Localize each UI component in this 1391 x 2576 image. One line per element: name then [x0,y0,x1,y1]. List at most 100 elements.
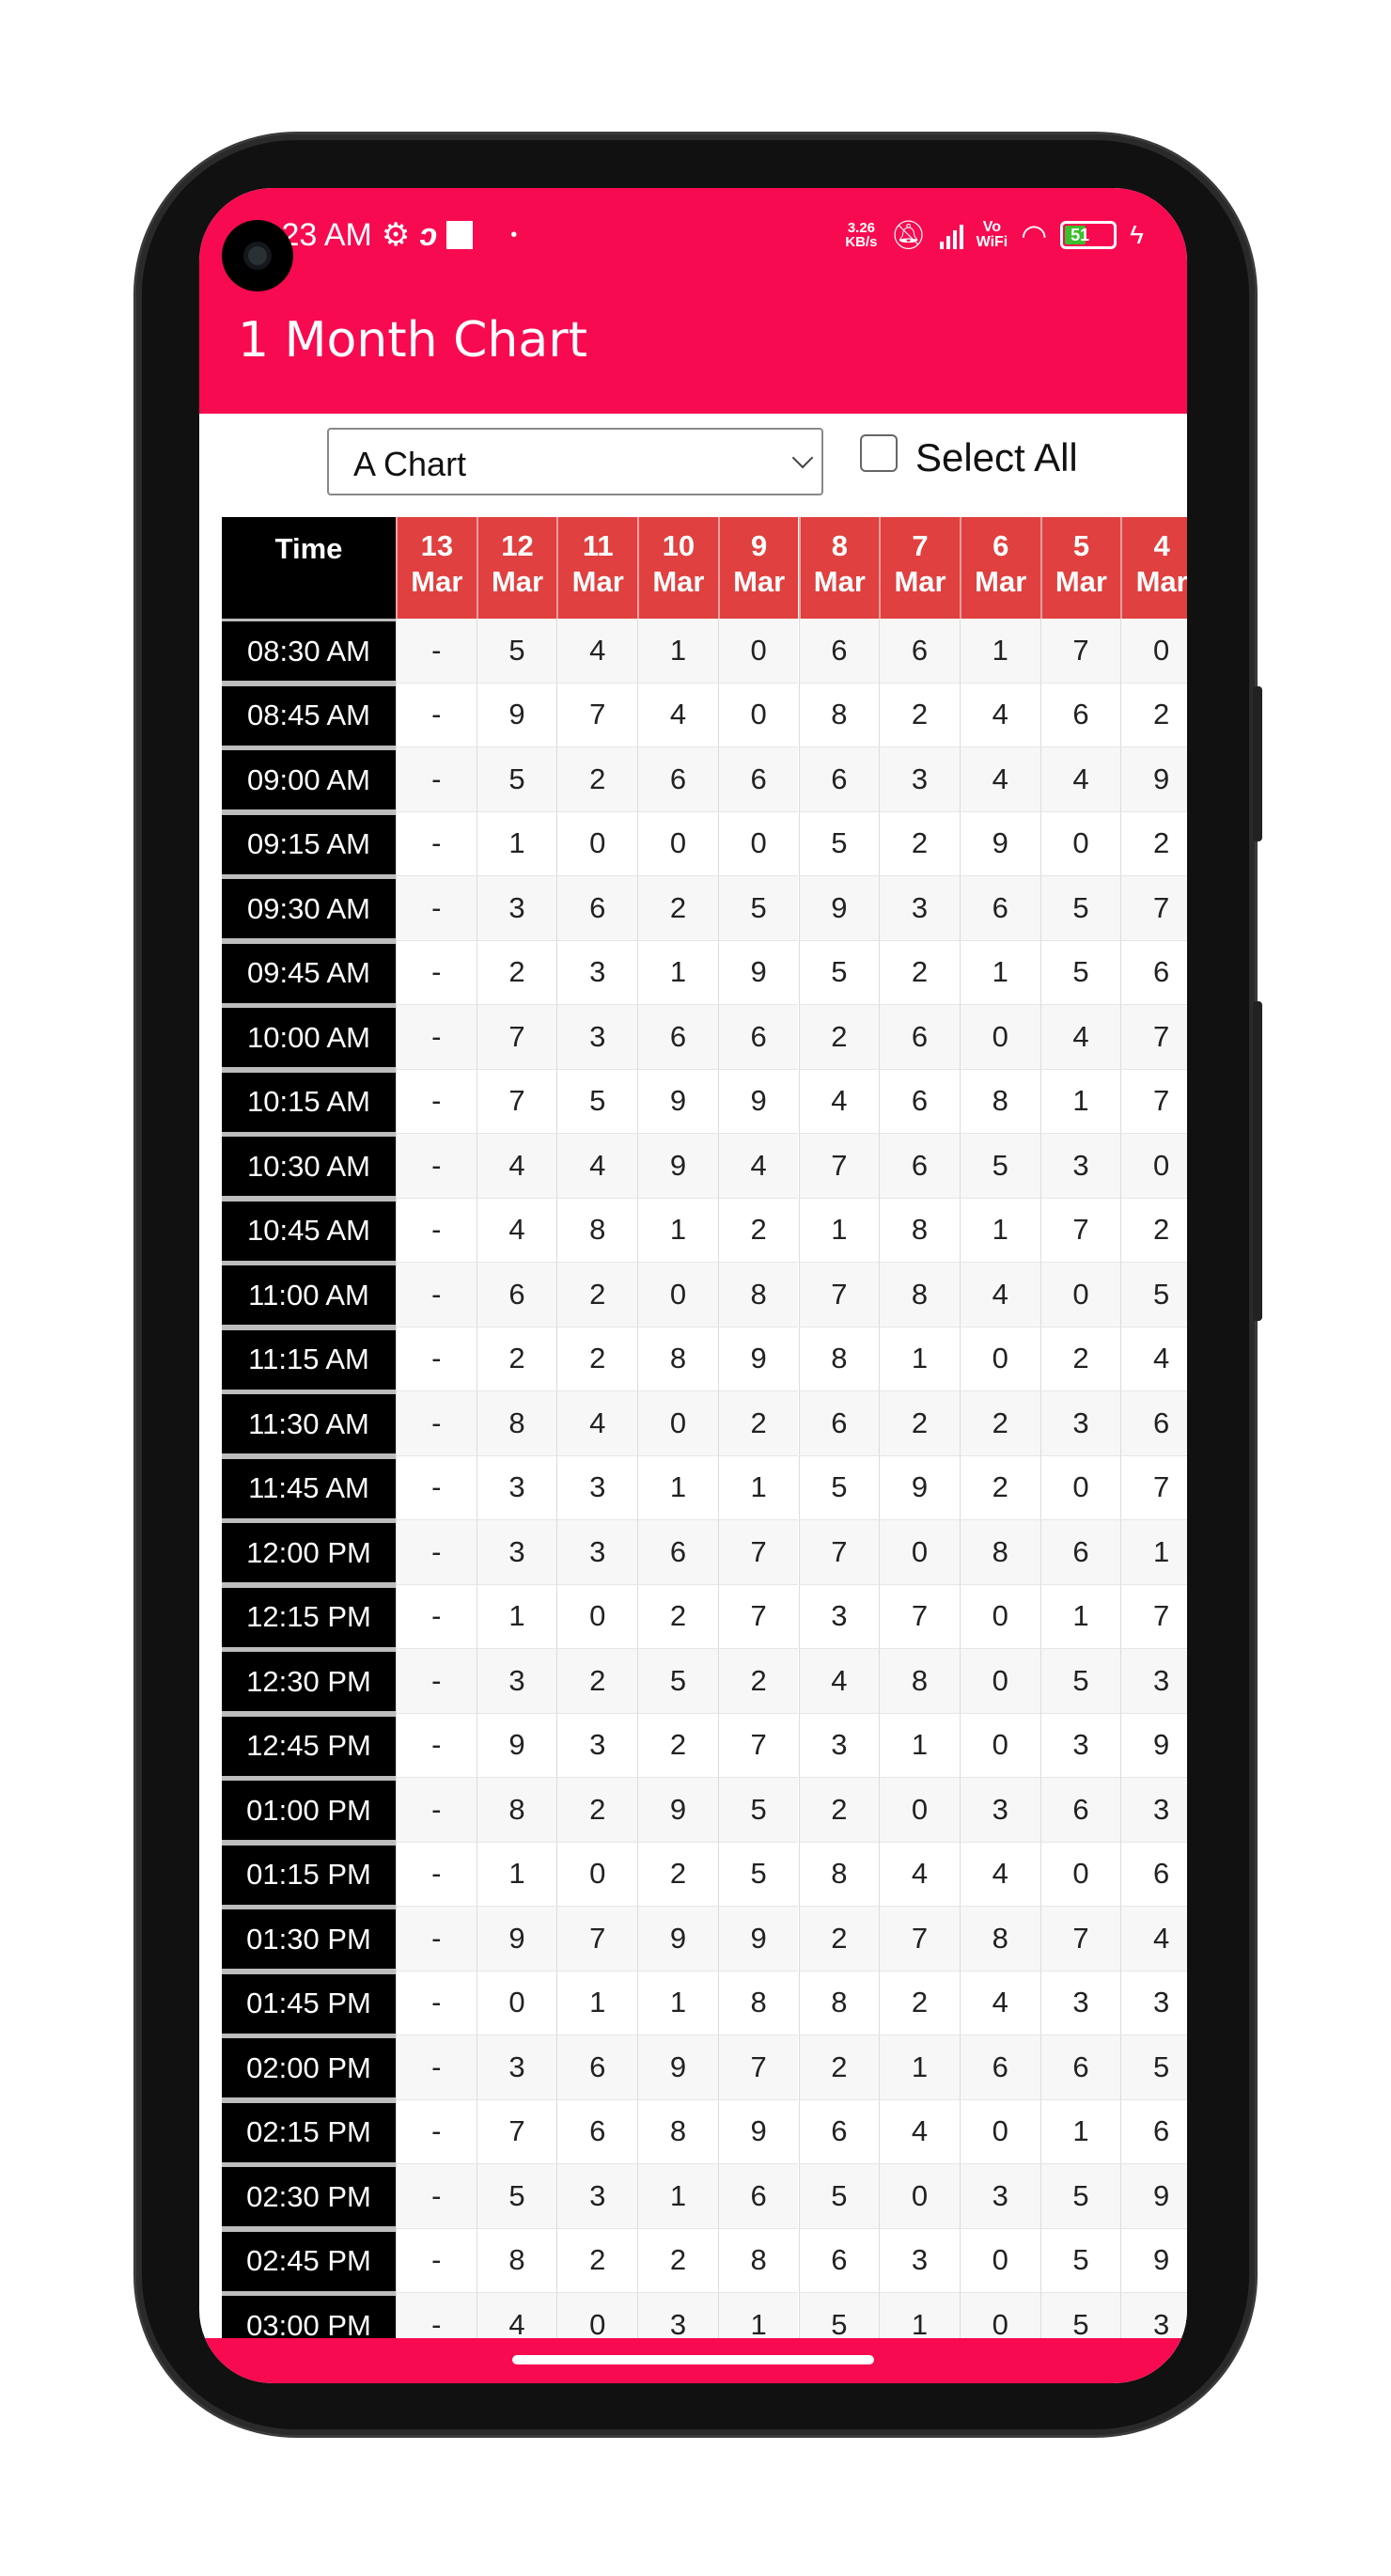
value-cell: 1 [959,1198,1040,1263]
date-header: 6 Mar [959,517,1040,619]
value-cell: 2 [476,940,557,1005]
value-cell: 2 [556,1327,638,1391]
value-cell: 9 [1120,1713,1187,1778]
value-cell: 3 [798,1713,880,1778]
value-cell: 0 [1120,1134,1187,1199]
value-cell: 6 [798,1391,880,1456]
date-day: 11 [582,529,614,562]
value-cell: 4 [476,1198,557,1263]
time-header: Time [222,517,396,619]
value-cell: 4 [959,1971,1040,2035]
value-cell: 4 [798,1069,880,1134]
table-row: 11:15 AM -2 2 8 9 8 1 0 2 4 [222,1327,1187,1391]
value-cell: 5 [717,1842,799,1907]
value-cell: 7 [476,1005,557,1070]
screen: :23 AM ⚙ ↄ • 3.26 KB/s 🔕︎ Vo WiFi ◠ 51 ϟ… [199,188,1187,2383]
value-cell: 9 [637,1069,718,1134]
value-cell: 6 [637,1520,718,1585]
value-cell: 8 [959,1069,1040,1134]
value-cell: 8 [476,1778,557,1843]
value-cell: - [396,2228,477,2293]
value-cell: 0 [1039,811,1121,876]
value-cell: 6 [1120,2099,1187,2164]
value-cell: - [396,1069,477,1134]
dot-icon: • [510,224,518,245]
value-cell: 7 [476,2099,557,2164]
value-cell: 4 [959,683,1040,747]
value-cell: 9 [1120,2164,1187,2229]
vowifi-indicator: Vo WiFi [976,219,1008,250]
value-cell: 1 [476,811,557,876]
value-cell: 2 [1120,1198,1187,1263]
value-cell: 5 [798,1455,880,1520]
value-cell: 4 [798,1649,880,1714]
value-cell: 2 [879,683,960,747]
chart-select[interactable]: A Chart [327,428,823,495]
value-cell: 6 [798,2228,880,2293]
value-cell: 6 [1039,1520,1121,1585]
date-day: 12 [501,529,534,562]
value-cell: 9 [1120,747,1187,812]
value-cell: 2 [1120,811,1187,876]
value-cell: 9 [717,1907,799,1971]
value-cell: 1 [556,1971,638,2035]
table-row: 02:45 PM -8 2 2 8 6 3 0 5 9 [222,2228,1187,2293]
app-bar: :23 AM ⚙ ↄ • 3.26 KB/s 🔕︎ Vo WiFi ◠ 51 ϟ… [199,188,1187,414]
select-all-checkbox[interactable] [860,434,898,472]
value-cell: 6 [1120,940,1187,1005]
value-cell: 0 [959,2099,1040,2164]
select-all-label[interactable]: Select All [915,435,1078,480]
network-speed: 3.26 KB/s [845,220,878,250]
table-row: 09:00 AM -5 2 6 6 6 3 4 4 9 [222,747,1187,812]
value-cell: 8 [476,2228,557,2293]
table-row: 02:15 PM -7 6 8 9 6 4 0 1 6 [222,2099,1187,2164]
time-cell: 02:45 PM [222,2231,396,2291]
value-cell: 0 [556,811,638,876]
value-cell: 2 [798,1005,880,1070]
value-cell: 0 [1039,1263,1121,1327]
value-cell: 2 [556,1649,638,1714]
value-cell: 2 [637,876,718,941]
value-cell: - [396,1713,477,1778]
value-cell: 2 [476,1327,557,1391]
value-cell: - [396,1520,477,1585]
table-row: 02:30 PM -5 3 1 6 5 0 3 5 9 [222,2164,1187,2229]
value-cell: 0 [717,811,799,876]
value-cell: 0 [879,2164,960,2229]
time-cell: 10:15 AM [222,1072,396,1132]
value-cell: 3 [798,1584,880,1649]
time-cell: 12:30 PM [222,1652,396,1711]
time-cell: 02:15 PM [222,2102,396,2162]
value-cell: - [396,1134,477,1199]
value-cell: 1 [717,1455,799,1520]
value-cell: 3 [1039,1134,1121,1199]
time-cell: 09:00 AM [222,750,396,809]
value-cell: 3 [959,2164,1040,2229]
value-cell: - [396,2035,477,2100]
value-cell: 9 [637,1134,718,1199]
value-cell: 7 [717,1713,799,1778]
value-cell: 8 [717,1263,799,1327]
home-indicator[interactable] [512,2355,874,2364]
value-cell: 2 [556,2228,638,2293]
value-cell: 4 [556,619,638,683]
value-cell: 3 [556,2164,638,2229]
time-cell: 09:45 AM [222,943,396,1003]
value-cell: 4 [637,683,718,747]
value-cell: 5 [1039,2164,1121,2229]
value-cell: 8 [717,2228,799,2293]
table-row: 01:00 PM -8 2 9 5 2 0 3 6 3 [222,1778,1187,1843]
value-cell: 0 [717,683,799,747]
value-cell: 2 [879,1971,960,2035]
date-day: 8 [831,529,848,562]
value-cell: 6 [879,1005,960,1070]
table-row: 10:00 AM -7 3 6 6 2 6 0 4 7 [222,1005,1187,1070]
value-cell: 0 [717,619,799,683]
value-cell: 1 [879,1713,960,1778]
value-cell: 5 [1120,2035,1187,2100]
value-cell: 8 [879,1263,960,1327]
value-cell: 0 [879,1520,960,1585]
square-notification-icon [446,221,474,249]
value-cell: 2 [556,1263,638,1327]
time-cell: 08:45 AM [222,685,396,746]
